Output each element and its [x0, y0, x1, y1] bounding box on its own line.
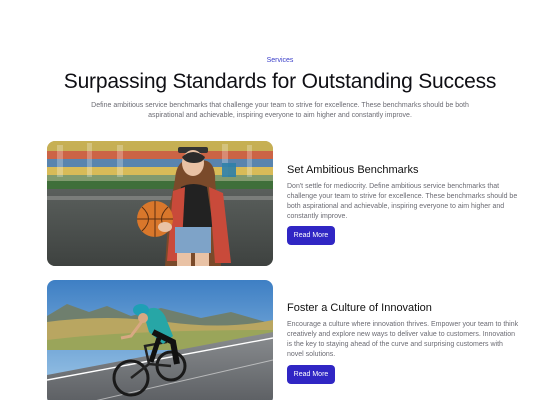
section-title: Surpassing Standards for Outstanding Suc… [63, 70, 497, 93]
service-text-innovation: Encourage a culture where innovation thr… [287, 321, 519, 358]
read-more-button-benchmarks[interactable]: Read More [287, 226, 335, 245]
service-title-innovation: Foster a Culture of Innovation [287, 302, 432, 314]
services-section: Services Surpassing Standards for Outsta… [0, 0, 560, 400]
service-title-benchmarks: Set Ambitious Benchmarks [287, 164, 419, 176]
read-more-button-innovation[interactable]: Read More [287, 365, 335, 384]
woman-basketball-image [47, 141, 273, 266]
cyclist-image [47, 280, 273, 400]
service-text-benchmarks: Don't settle for mediocrity. Define ambi… [287, 183, 518, 220]
section-subtitle: Define ambitious service benchmarks that… [91, 102, 469, 119]
section-eyebrow: Services [266, 57, 294, 64]
